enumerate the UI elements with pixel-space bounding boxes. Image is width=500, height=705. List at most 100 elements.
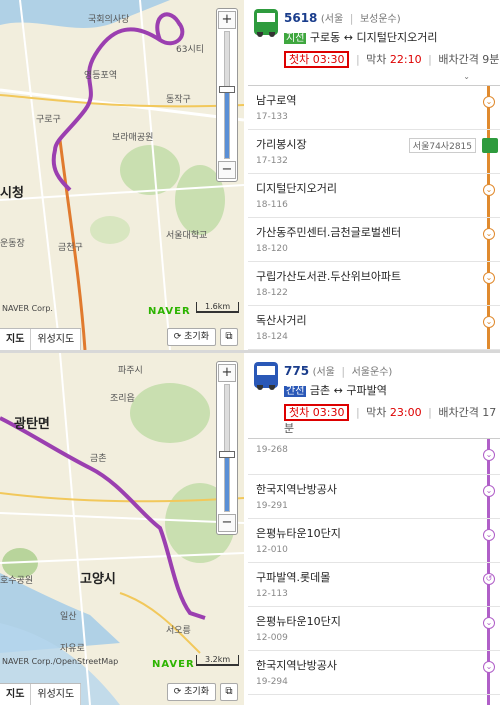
fullscreen-button[interactable]: ⧉ [220, 683, 238, 701]
stop-list[interactable]: 남구로역 17-133 ⌄ 가리봉시장 17-132 서울74사2815 디지털… [248, 86, 500, 350]
stop-item[interactable]: 디지털단지오거리 18-116 ⌄ [248, 174, 500, 218]
zoom-out-button[interactable]: − [218, 161, 236, 179]
tab-satellite[interactable]: 위성지도 [31, 329, 82, 350]
zoom-slider-fill [225, 88, 229, 158]
stop-id: 12-113 [256, 589, 288, 599]
zoom-slider-fill [225, 454, 229, 511]
map-canvas[interactable] [0, 353, 244, 705]
bus-region: (서울 [312, 367, 335, 378]
stop-id: 12-010 [256, 545, 288, 555]
bus-region: (서울 [320, 14, 344, 25]
bus-info: 5618 (서울 | 보성운수) 지선 구로동 ↔ 디지털단지오거리 첫차 03… [248, 0, 500, 350]
bus-interval: 배차간격 9분 [438, 53, 500, 66]
stop-name: 가산동주민센터.금천글로벌센터 [256, 226, 402, 239]
map-type-tabs: 지도 위성지도 [0, 683, 82, 705]
map-label: 호수공원 [0, 576, 34, 586]
tab-map[interactable]: 지도 [0, 684, 32, 705]
tab-satellite[interactable]: 위성지도 [31, 684, 82, 705]
fullscreen-icon: ⧉ [225, 331, 233, 342]
stop-item[interactable]: 은평뉴타운10단지 12-010 ⌄ [248, 519, 500, 563]
last-bus-time: 23:00 [389, 406, 422, 419]
map-label: 금촌 [90, 454, 107, 464]
stop-item[interactable]: 가리봉시장 17-132 서울74사2815 [248, 130, 500, 174]
fullscreen-icon: ⧉ [225, 686, 233, 697]
naver-logo: NAVER [152, 659, 195, 670]
arrow-down-icon: ⌄ [483, 96, 495, 108]
zoom-control: + − [216, 8, 238, 182]
map-label: 동작구 [166, 95, 191, 105]
map-label: 광탄면 [14, 417, 50, 432]
map-label: 영등포역 [84, 71, 118, 81]
map-label: 파주시 [118, 366, 143, 376]
stop-item[interactable]: 한국지역난방공사 19-291 ⌄ [248, 475, 500, 519]
map-label: 조리읍 [110, 394, 135, 404]
reset-button[interactable]: ⟳ 초기화 [166, 683, 216, 701]
reset-label: 초기화 [184, 687, 209, 697]
map-label: 일산 [60, 612, 77, 622]
fullscreen-button[interactable]: ⧉ [220, 328, 238, 346]
map-label: 구로구 [36, 115, 61, 125]
bus-route: 구로동 ↔ 디지털단지오거리 [309, 31, 438, 44]
stop-item[interactable]: 남구로역 17-133 ⌄ [248, 86, 500, 130]
zoom-in-button[interactable]: + [218, 11, 236, 29]
turnaround-icon: ↺ [483, 573, 495, 585]
chevron-down-icon[interactable]: ⌄ [463, 72, 470, 81]
stop-item[interactable]: 독산사거리 18-124 ⌄ [248, 306, 500, 350]
naver-logo: NAVER [148, 306, 191, 317]
stop-id: 18-122 [256, 288, 288, 298]
arrow-down-icon: ⌄ [483, 485, 495, 497]
bus-header: 775 (서울 | 서울운수) 간선 금촌 ↔ 구파발역 첫차 03:30 | … [248, 353, 500, 439]
map-view[interactable]: 국회의사당 영등포역 63시티 동작구 구로구 보라매공원 시청 금천구 서울대… [0, 0, 244, 350]
stop-name: 한국지역난방공사 [256, 483, 337, 496]
stop-id: 19-291 [256, 501, 288, 511]
zoom-out-button[interactable]: − [218, 514, 236, 532]
stop-item[interactable]: 구립가산도서관.두산위브아파트 18-122 ⌄ [248, 262, 500, 306]
last-bus-label: 막차 [366, 53, 387, 66]
arrow-down-icon: ⌄ [483, 449, 495, 461]
bus-plate-number: 서울74사2815 [408, 138, 476, 153]
bus-location-icon[interactable] [482, 138, 498, 153]
bus-header: 5618 (서울 | 보성운수) 지선 구로동 ↔ 디지털단지오거리 첫차 03… [248, 0, 500, 86]
last-bus-time: 22:10 [389, 53, 422, 66]
refresh-icon: ⟳ [173, 687, 185, 697]
reset-label: 초기화 [184, 332, 209, 342]
map-copyright: NAVER Corp./OpenStreetMap [2, 657, 119, 666]
first-bus-time: 첫차 03:30 [284, 404, 350, 421]
stop-id: 19-268 [256, 445, 288, 455]
stop-name: 한국지역난방공사 [256, 659, 337, 672]
bus-type-badge: 간선 [284, 386, 307, 397]
last-bus-label: 막차 [366, 406, 387, 419]
stop-name: 은평뉴타운10단지 [256, 527, 341, 540]
tab-map[interactable]: 지도 [0, 329, 32, 350]
stop-item[interactable]: 은평뉴타운10단지 12-009 ⌄ [248, 607, 500, 651]
stop-id: 17-132 [256, 156, 288, 166]
zoom-slider[interactable] [219, 384, 235, 512]
stop-item[interactable]: 구파발역.롯데몰 12-113 ↺ [248, 563, 500, 607]
stop-item[interactable]: 19-268 ⌄ [248, 439, 500, 475]
map-label: 자유로 [60, 644, 85, 654]
stop-name: 구립가산도서관.두산위브아파트 [256, 270, 402, 283]
map-label: 서울대학교 [166, 231, 208, 241]
zoom-slider-handle[interactable] [219, 85, 235, 93]
reset-button[interactable]: ⟳ 초기화 [166, 328, 216, 346]
zoom-slider-handle[interactable] [219, 451, 235, 459]
arrow-down-icon: ⌄ [483, 228, 495, 240]
stop-item[interactable]: 한국지역난방공사 19-294 ⌄ [248, 651, 500, 695]
map-view[interactable]: 파주시 광탄면 조리읍 금촌 고양시 일산 자유로 서오릉 호수공원 NAVER… [0, 353, 244, 705]
map-canvas[interactable] [0, 0, 244, 350]
map-label: 서오릉 [166, 626, 191, 636]
stop-name: 디지털단지오거리 [256, 182, 337, 195]
stop-list[interactable]: 19-268 ⌄ 한국지역난방공사 19-291 ⌄ 은평뉴타운10단지 12-… [248, 439, 500, 705]
arrow-down-icon: ⌄ [483, 661, 495, 673]
stop-name: 구파발역.롯데몰 [256, 571, 331, 584]
map-scale: 3.2km [196, 655, 240, 666]
zoom-slider[interactable] [219, 31, 235, 159]
refresh-icon: ⟳ [173, 332, 185, 342]
stop-item[interactable]: 가산동주민센터.금천글로벌센터 18-120 ⌄ [248, 218, 500, 262]
zoom-in-button[interactable]: + [218, 364, 236, 382]
arrow-down-icon: ⌄ [483, 316, 495, 328]
map-label: 국회의사당 [88, 15, 130, 25]
bus-route: 금촌 ↔ 구파발역 [309, 384, 387, 397]
first-bus-time: 첫차 03:30 [284, 51, 350, 68]
stop-id: 17-133 [256, 112, 288, 122]
